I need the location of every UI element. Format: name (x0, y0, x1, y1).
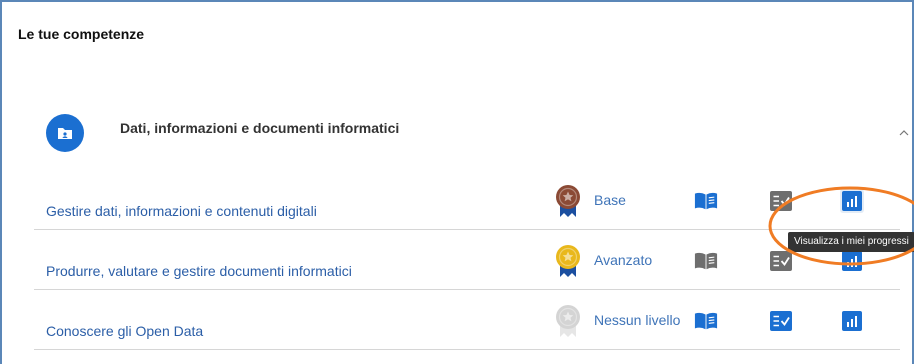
book-icon[interactable] (694, 189, 718, 213)
progress-chart-icon[interactable] (840, 249, 864, 273)
chevron-up-icon[interactable] (897, 126, 911, 140)
checklist-icon[interactable] (769, 189, 793, 213)
folder-user-icon (46, 114, 84, 152)
competence-row: Gestire dati, informazioni e contenuti d… (34, 182, 900, 230)
competence-row: Conoscere gli Open Data Nessun livello (34, 302, 900, 350)
competence-row: Produrre, valutare e gestire documenti i… (34, 242, 900, 290)
competence-name-link[interactable]: Produrre, valutare e gestire documenti i… (46, 263, 352, 279)
section-title: Le tue competenze (18, 26, 145, 42)
competence-name-link[interactable]: Conoscere gli Open Data (46, 323, 203, 339)
book-icon[interactable] (694, 309, 718, 333)
progress-tooltip: Visualizza i miei progressi (788, 232, 914, 252)
progress-chart-icon[interactable] (840, 189, 864, 213)
competence-level: Nessun livello (594, 312, 681, 328)
competence-level: Avanzato (594, 252, 653, 268)
book-icon[interactable] (694, 249, 718, 273)
progress-chart-icon[interactable] (840, 309, 864, 333)
medal-none-icon (554, 304, 582, 338)
checklist-icon[interactable] (769, 309, 793, 333)
checklist-icon[interactable] (769, 249, 793, 273)
medal-bronze-icon (554, 184, 582, 218)
competences-card: Le tue competenze Dati, informazioni e d… (0, 0, 914, 364)
competence-level: Base (594, 192, 626, 208)
medal-gold-icon (554, 244, 582, 278)
competence-name-link[interactable]: Gestire dati, informazioni e contenuti d… (46, 203, 317, 219)
area-title: Dati, informazioni e documenti informati… (120, 120, 400, 136)
